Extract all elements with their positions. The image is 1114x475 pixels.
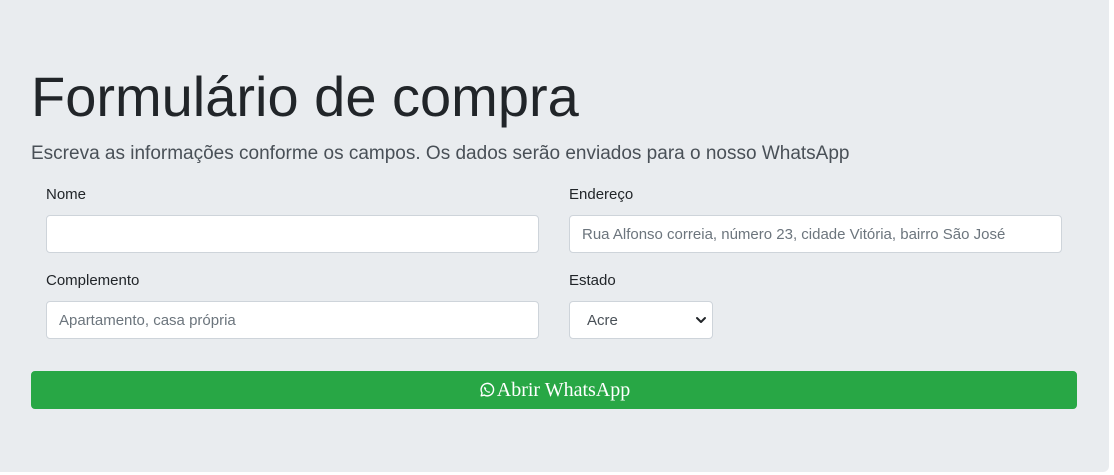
complemento-input[interactable] (46, 301, 539, 339)
page-title: Formulário de compra (31, 65, 579, 128)
whatsapp-icon (480, 382, 494, 397)
estado-group: Estado Acre (569, 271, 1062, 339)
nome-group: Nome (46, 185, 539, 253)
estado-selected-value: Acre (587, 312, 618, 329)
nome-label: Nome (46, 186, 87, 203)
page-subtitle: Escreva as informações conforme os campo… (31, 143, 850, 164)
open-whatsapp-label: Abrir WhatsApp (496, 379, 631, 401)
complemento-label: Complemento (46, 272, 140, 289)
chevron-down-icon (696, 317, 706, 323)
jumbotron: Formulário de compra Escreva as informaç… (0, 0, 1109, 472)
estado-label: Estado (569, 272, 616, 289)
endereco-group: Endereço (569, 185, 1062, 253)
estado-select[interactable]: Acre (569, 301, 713, 339)
endereco-input[interactable] (569, 215, 1062, 253)
endereco-label: Endereço (569, 186, 634, 203)
complemento-group: Complemento (46, 271, 539, 339)
open-whatsapp-button[interactable]: Abrir WhatsApp (31, 371, 1077, 409)
nome-input[interactable] (46, 215, 539, 253)
